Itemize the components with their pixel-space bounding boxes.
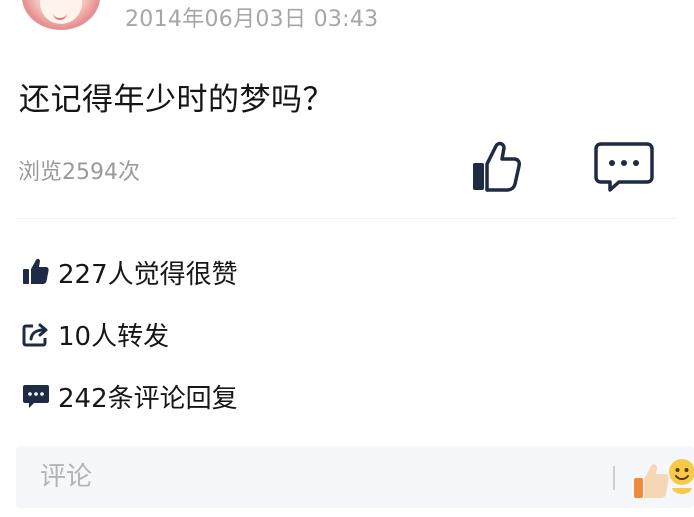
comment-input[interactable] [40, 458, 600, 496]
post-title: 还记得年少时的梦吗？ [19, 82, 334, 118]
view-count: 浏览2594次 [18, 160, 140, 185]
likes-count-text: 227人觉得很赞 [58, 259, 238, 290]
comment-bar-separator [613, 466, 615, 490]
shares-summary[interactable]: 10人转发 [21, 316, 169, 352]
like-button[interactable] [466, 138, 526, 198]
comments-summary[interactable]: 242条评论回复 [21, 378, 238, 414]
comment-bubble-icon [594, 142, 654, 192]
comment-icon [21, 381, 51, 411]
likes-summary[interactable]: 227人觉得很赞 [21, 254, 238, 290]
comment-bar [16, 446, 694, 508]
section-divider [16, 218, 678, 219]
thumbs-up-icon [473, 141, 521, 192]
thumbs-up-icon [21, 257, 51, 287]
share-icon [21, 319, 51, 349]
emoji-reaction-icon [634, 459, 694, 498]
post-detail-page: 2014年06月03日 03:43 还记得年少时的梦吗？ 浏览2594次 227… [0, 0, 694, 517]
user-avatar[interactable] [22, 0, 100, 30]
post-timestamp: 2014年06月03日 03:43 [125, 7, 379, 32]
emoji-reaction-button[interactable] [634, 452, 694, 504]
shares-count-text: 10人转发 [58, 321, 170, 352]
comments-count-text: 242条评论回复 [58, 383, 238, 414]
comment-button[interactable] [593, 140, 655, 194]
